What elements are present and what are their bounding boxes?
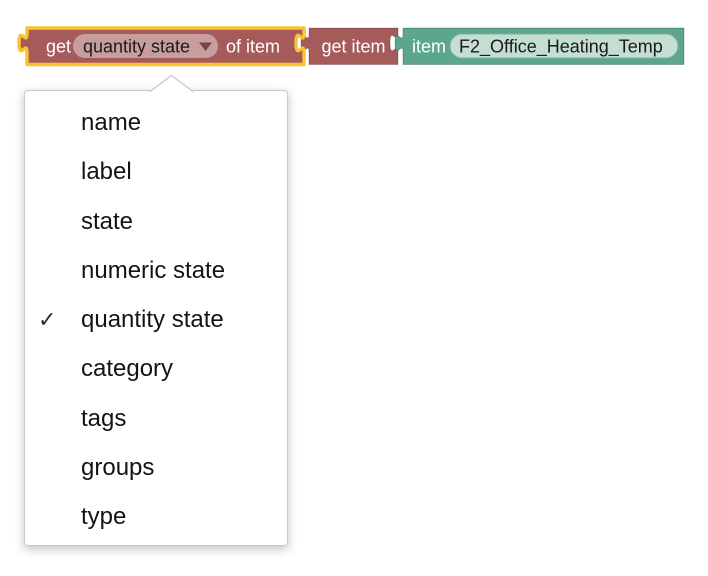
menu-item-label-option[interactable]: label <box>25 147 287 196</box>
item-label: item <box>412 37 446 57</box>
menu-item-tags[interactable]: tags <box>25 394 287 443</box>
checkmark-icon: ✓ <box>38 295 64 344</box>
menu-item-label: type <box>81 503 126 530</box>
menu-item-label: label <box>81 158 132 185</box>
menu-item-label: state <box>81 208 133 235</box>
menu-item-label: groups <box>81 454 154 481</box>
get-item-block[interactable]: get item <box>301 28 398 65</box>
item-name-value: F2_Office_Heating_Temp <box>459 37 663 58</box>
menu-item-type[interactable]: type <box>25 492 287 541</box>
menu-item-label: quantity state <box>81 306 224 333</box>
menu-item-label: numeric state <box>81 257 225 284</box>
property-dropdown-field[interactable]: quantity state <box>73 34 218 58</box>
of-item-label: of item <box>226 37 280 57</box>
get-item-label: get item <box>321 37 385 57</box>
item-block[interactable]: item F2_Office_Heating_Temp <box>395 28 684 65</box>
menu-item-category[interactable]: category <box>25 344 287 393</box>
dropdown-menu: name label state numeric state ✓ quantit… <box>24 90 288 546</box>
menu-item-quantity-state[interactable]: ✓ quantity state <box>25 295 287 344</box>
get-label: get <box>46 37 71 57</box>
menu-item-state[interactable]: state <box>25 197 287 246</box>
menu-caret-icon <box>149 74 195 93</box>
menu-item-label: tags <box>81 405 126 432</box>
menu-item-label: name <box>81 109 141 136</box>
menu-item-numeric-state[interactable]: numeric state <box>25 246 287 295</box>
blockly-workspace: get item item F2_Office_Heating_Temp get… <box>0 0 708 576</box>
menu-item-name[interactable]: name <box>25 98 287 147</box>
menu-item-groups[interactable]: groups <box>25 443 287 492</box>
block-row: get item item F2_Office_Heating_Temp get… <box>0 0 708 72</box>
dropdown-selected-value: quantity state <box>83 37 190 57</box>
get-prop-block[interactable]: get quantity state of item <box>19 28 304 65</box>
menu-item-label: category <box>81 355 173 382</box>
